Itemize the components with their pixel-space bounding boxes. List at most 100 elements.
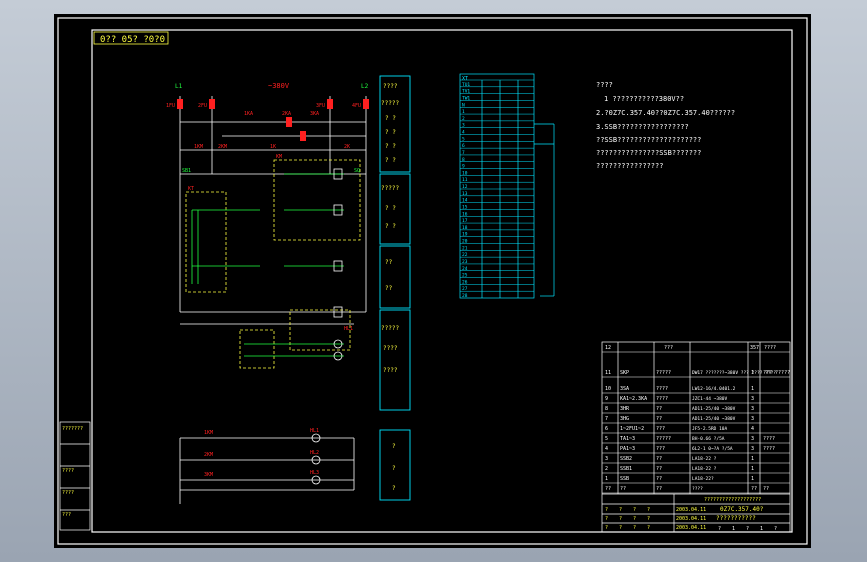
title-block-cell: ? (647, 507, 650, 513)
parts-cell: 3HR (620, 406, 630, 412)
parts-cell: ??? ????? (763, 370, 790, 376)
parts-cell: 3 (751, 396, 754, 402)
title-block-cell: ? (633, 507, 636, 513)
note-3: 3.SSB????????????????? (596, 123, 689, 131)
side-lower-2: ?? (385, 285, 393, 292)
parts-cell: 3 (751, 436, 754, 442)
title-footer-cell: ? (774, 526, 777, 532)
label-sb: SB1 (182, 168, 191, 174)
note-5: ???????????????SSB??????? (596, 149, 701, 157)
parts-cell: SSB1 (620, 466, 632, 472)
notes-heading: ???? (596, 81, 613, 89)
meter-3: 3KM (204, 472, 213, 478)
parts-cell: 3 (751, 406, 754, 412)
indicator-lamps (311, 433, 321, 485)
terminal-row-label: 28 (462, 293, 468, 299)
parts-cell: 1~2FU1~2 (620, 426, 644, 432)
label-fuse-1: 1FU (166, 103, 175, 109)
label-contact-4: 2K (344, 144, 350, 150)
side-lower-4: ???? (383, 345, 398, 352)
title-block-cell: ? (647, 525, 650, 531)
parts-cell: 4 (751, 426, 754, 432)
label-kt: KT (188, 186, 194, 192)
title-footer-cell: 1 (760, 526, 763, 532)
side-lower-1: ?? (385, 259, 393, 266)
parts-cell: JZC1-44 ~380V (692, 396, 728, 402)
title-block-cell: ? (605, 507, 608, 513)
title-block-cell: ? (633, 516, 636, 522)
parts-header-cell: ???? (764, 345, 776, 351)
parts-cell: BH-0.66 ?/5A (692, 436, 725, 442)
note-2: 2.?0Z7C.357.40??0Z7C.357.40?????? (596, 109, 735, 117)
title-footer-cell: ? (718, 526, 721, 532)
coil-symbols (333, 168, 343, 361)
meter-2: 2KM (204, 452, 213, 458)
side-bottom-2: ? (392, 465, 396, 472)
title-block-cell: ? (605, 525, 608, 531)
parts-cell: 3 (605, 456, 608, 462)
drawing-number: 0Z7C.357.40? (720, 506, 764, 513)
side-mid-2: ? ? (385, 205, 396, 212)
label-hl1: HL1 (344, 326, 353, 332)
stamp-3: ???? (62, 490, 74, 496)
label-contact-3: 1K (270, 144, 276, 150)
parts-cell: LW12-16/4.0401.2 (692, 386, 736, 392)
label-l2: L2 (361, 83, 369, 90)
lamp-2: HL2 (310, 450, 319, 456)
parts-cell: LA18-22 ? (692, 466, 717, 472)
label-contact-2: 2KM (218, 144, 227, 150)
label-contact-1: 1KM (194, 144, 203, 150)
title-block-cell: 2003.04.11 (676, 516, 706, 522)
parts-cell: 1 (751, 456, 754, 462)
parts-cell: 9 (605, 396, 608, 402)
parts-cell: 8 (605, 406, 608, 412)
parts-cell: 7 (605, 416, 608, 422)
parts-cell: 5 (605, 436, 608, 442)
terminal-block (459, 73, 535, 299)
parts-cell: 10 (605, 386, 611, 392)
side-bottom-1: ? (392, 443, 396, 450)
parts-cell: ?? (620, 486, 626, 492)
title-block-cell: ? (633, 525, 636, 531)
parts-cell: ?? (763, 486, 769, 492)
parts-cell: 1 (751, 370, 754, 376)
label-sq: SQ (354, 168, 360, 174)
parts-cell: ???? (763, 446, 775, 452)
label-km: KM (276, 154, 282, 160)
parts-cell: ?? (656, 456, 662, 462)
parts-header-cell: 12 (605, 345, 611, 351)
title-block-cell: ? (619, 525, 622, 531)
label-relay-3: 3KA (310, 111, 319, 117)
title-footer-cell: ? (746, 526, 749, 532)
side-lower-3: ????? (381, 325, 399, 332)
parts-cell: ?? (656, 416, 662, 422)
parts-cell: PA1~3 (620, 446, 635, 452)
parts-cell: ?? (656, 406, 662, 412)
lamp-1: HL1 (310, 428, 319, 434)
side-mid-1: ????? (381, 185, 399, 192)
stamp-2: ???? (62, 468, 74, 474)
parts-cell: SSB2 (620, 456, 632, 462)
parts-cell: ??? (656, 426, 665, 432)
side-bottom-3: ? (392, 485, 396, 492)
lamp-3: HL3 (310, 470, 319, 476)
parts-cell: 6 (605, 426, 608, 432)
title-tag: 0?? 05? ?0?0 (100, 35, 165, 45)
title-footer-cell: 1 (732, 526, 735, 532)
parts-cell: 2 (605, 466, 608, 472)
side-header: ???? (383, 83, 398, 90)
parts-cell: 3 (751, 416, 754, 422)
outer-frame (57, 17, 808, 545)
title-block-cell: ? (647, 516, 650, 522)
parts-cell: 3HG (620, 416, 629, 422)
side-row-4: ? ? (385, 157, 396, 164)
parts-cell: ????? (656, 370, 671, 376)
parts-cell: 11 (605, 370, 611, 376)
label-supply: ~380V (268, 82, 290, 90)
title-block-cell: 2003.04.11 (676, 507, 706, 513)
indicator-circuit (179, 437, 355, 504)
note-1: 1 ???????????380V?? (604, 95, 684, 103)
parts-cell: TA1~3 (620, 436, 635, 442)
meter-1: 1KM (204, 430, 213, 436)
drawing-sheet: 0?? 05? ?0?0 ??????? ???? ???? ??? L1 L2… (54, 14, 811, 548)
